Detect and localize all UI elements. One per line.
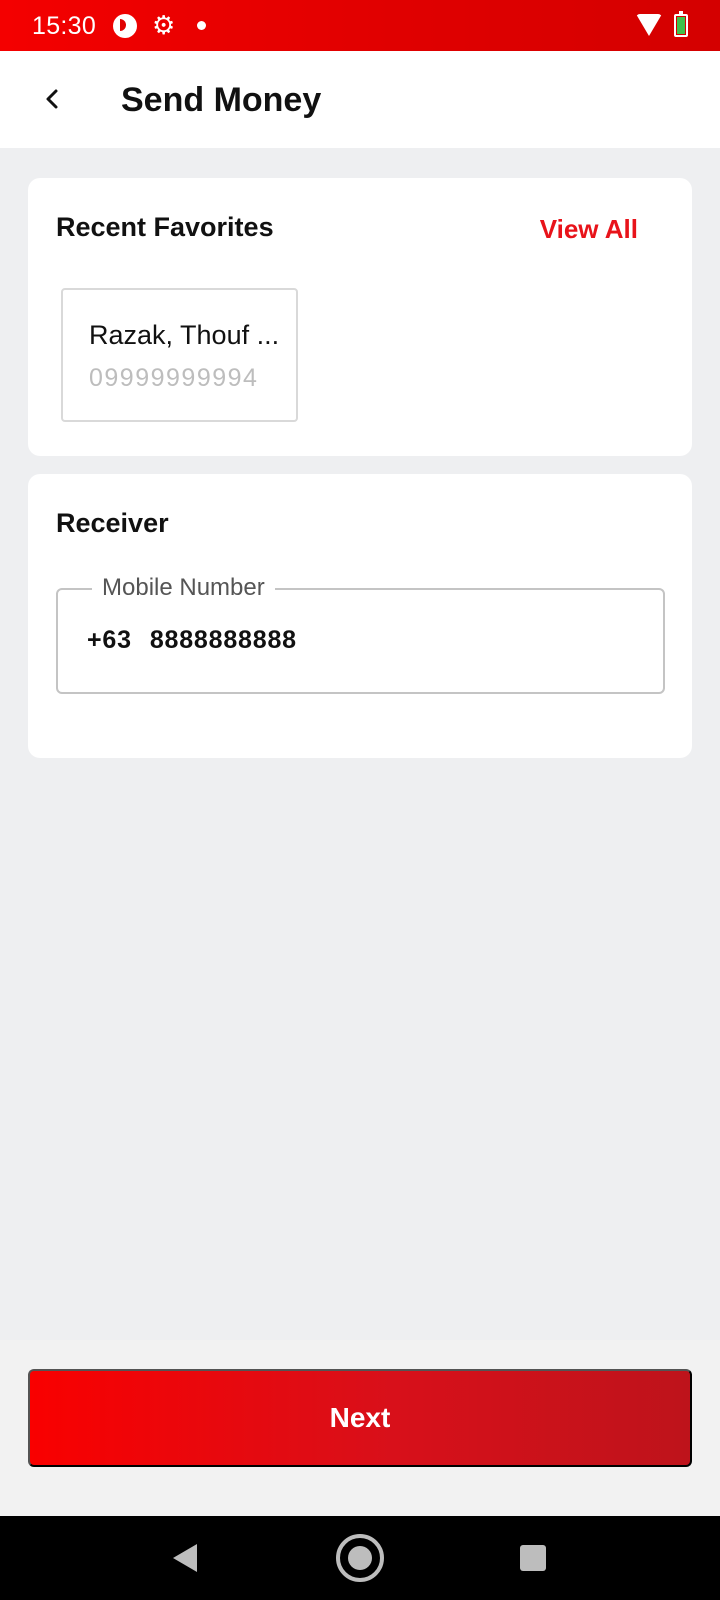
nav-back-icon[interactable] bbox=[173, 1544, 197, 1572]
mobile-number-field[interactable]: Mobile Number +63 8888888888 bbox=[56, 574, 665, 694]
status-time: 15:30 bbox=[32, 12, 97, 40]
favorite-contact-name: Razak, Thouf ... bbox=[89, 320, 280, 350]
recent-favorites-heading: Recent Favorites bbox=[56, 212, 274, 242]
mobile-number-value: 8888888888 bbox=[149, 626, 297, 654]
app-notification-icon bbox=[113, 14, 137, 38]
dot-icon bbox=[197, 21, 206, 30]
mobile-number-label: Mobile Number bbox=[92, 574, 275, 602]
receiver-heading: Receiver bbox=[56, 508, 169, 538]
nav-home-icon[interactable] bbox=[336, 1534, 384, 1582]
receiver-card: Receiver Mobile Number +63 8888888888 bbox=[28, 474, 692, 758]
favorite-contact-tile[interactable]: Razak, Thouf ... 09999999994 bbox=[61, 288, 298, 422]
wifi-icon bbox=[636, 14, 662, 36]
favorite-contact-number: 09999999994 bbox=[89, 364, 259, 392]
page-title: Send Money bbox=[121, 81, 322, 119]
chevron-left-icon bbox=[46, 89, 58, 109]
bottom-action-area: Next bbox=[0, 1340, 720, 1516]
app-bar: Send Money bbox=[0, 51, 720, 148]
country-code: +63 bbox=[87, 626, 132, 654]
system-nav-bar bbox=[0, 1516, 720, 1600]
gear-icon: ⚙ bbox=[152, 10, 176, 40]
back-button[interactable] bbox=[30, 77, 74, 121]
mobile-number-input[interactable]: +63 8888888888 bbox=[87, 626, 297, 655]
next-button[interactable]: Next bbox=[28, 1369, 692, 1467]
nav-recents-icon[interactable] bbox=[520, 1545, 546, 1571]
battery-charging-icon bbox=[674, 11, 688, 37]
status-bar: 15:30 ⚙ bbox=[0, 0, 720, 51]
recent-favorites-card: Recent Favorites View All Razak, Thouf .… bbox=[28, 178, 692, 456]
view-all-link[interactable]: View All bbox=[540, 214, 638, 245]
